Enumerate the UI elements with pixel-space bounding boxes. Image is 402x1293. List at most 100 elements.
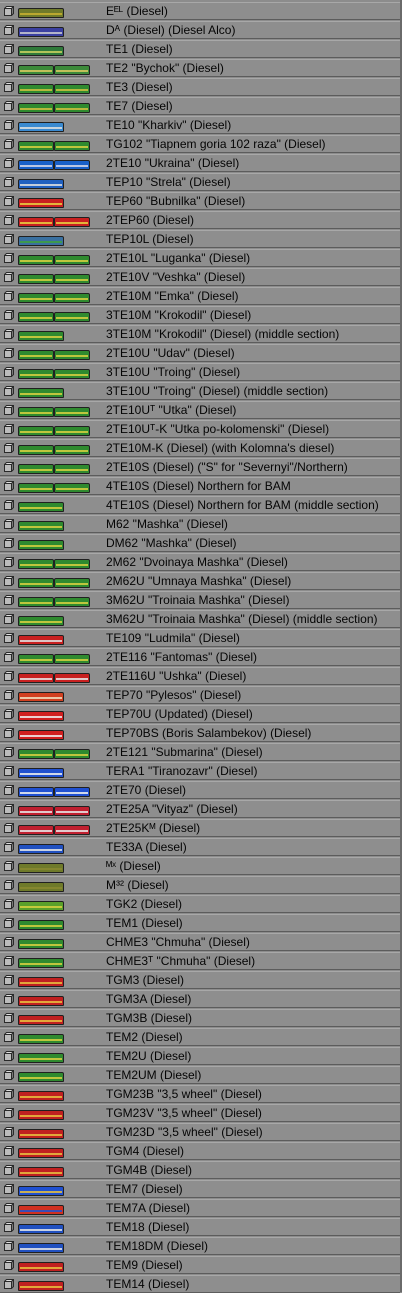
locomotive-thumbnail bbox=[18, 842, 64, 854]
locomotive-car bbox=[18, 635, 64, 645]
locomotive-thumbnail bbox=[18, 766, 64, 778]
list-item[interactable]: TEP70 "Pylesos" (Diesel) bbox=[0, 686, 400, 704]
list-item[interactable]: TE3 (Diesel) bbox=[0, 78, 400, 96]
list-item[interactable]: TE10 "Kharkiv" (Diesel) bbox=[0, 116, 400, 134]
list-item[interactable]: TEM14 (Diesel) bbox=[0, 1275, 400, 1293]
list-item[interactable]: 2TE10M-K (Diesel) (with Kolomna's diesel… bbox=[0, 439, 400, 457]
list-item[interactable]: TE7 (Diesel) bbox=[0, 97, 400, 115]
list-item-label: TEM7 (Diesel) bbox=[106, 1182, 183, 1196]
list-item[interactable]: TEM7A (Diesel) bbox=[0, 1199, 400, 1217]
list-item[interactable]: TGM23V "3,5 wheel" (Diesel) bbox=[0, 1104, 400, 1122]
list-item[interactable]: 3TE10U "Troing" (Diesel) (middle section… bbox=[0, 382, 400, 400]
list-item[interactable]: TEM9 (Diesel) bbox=[0, 1256, 400, 1274]
list-item[interactable]: 2TE116 "Fantomas" (Diesel) bbox=[0, 648, 400, 666]
box-icon bbox=[4, 1127, 14, 1137]
locomotive-thumbnail bbox=[18, 481, 90, 493]
locomotive-car bbox=[18, 825, 54, 835]
list-item[interactable]: 2TE10U "Udav" (Diesel) bbox=[0, 344, 400, 362]
list-item[interactable]: TEM18 (Diesel) bbox=[0, 1218, 400, 1236]
list-item[interactable]: TE33A (Diesel) bbox=[0, 838, 400, 856]
list-item[interactable]: 2TE121 "Submarina" (Diesel) bbox=[0, 743, 400, 761]
list-item[interactable]: TEM2 (Diesel) bbox=[0, 1028, 400, 1046]
list-item-label: TEP10L (Diesel) bbox=[106, 232, 194, 246]
box-icon bbox=[4, 386, 14, 396]
locomotive-car bbox=[18, 388, 64, 398]
list-item[interactable]: 4TE10S (Diesel) Northern for BAM bbox=[0, 477, 400, 495]
list-item[interactable]: DM62 "Mashka" (Diesel) bbox=[0, 534, 400, 552]
list-item-label: CHME3ᵀ "Chmuha" (Diesel) bbox=[106, 954, 256, 968]
list-item[interactable]: Dᴬ (Diesel) (Diesel Alco) bbox=[0, 21, 400, 39]
list-item[interactable]: TE1 (Diesel) bbox=[0, 40, 400, 58]
list-item[interactable]: 2TE10 "Ukraina" (Diesel) bbox=[0, 154, 400, 172]
list-item[interactable]: 2TE25Kᴹ (Diesel) bbox=[0, 819, 400, 837]
list-item[interactable]: 4TE10S (Diesel) Northern for BAM (middle… bbox=[0, 496, 400, 514]
list-item[interactable]: TEM18DM (Diesel) bbox=[0, 1237, 400, 1255]
locomotive-thumbnail bbox=[18, 424, 90, 436]
list-item[interactable]: CHME3 "Chmuha" (Diesel) bbox=[0, 933, 400, 951]
locomotive-car bbox=[18, 1053, 64, 1063]
list-item[interactable]: CHME3ᵀ "Chmuha" (Diesel) bbox=[0, 952, 400, 970]
box-icon bbox=[4, 44, 14, 54]
box-icon bbox=[4, 1260, 14, 1270]
box-icon bbox=[4, 367, 14, 377]
list-item[interactable]: ᴹˣ (Diesel) bbox=[0, 857, 400, 875]
list-item[interactable]: 2TE10L "Luganka" (Diesel) bbox=[0, 249, 400, 267]
list-item[interactable]: M³² (Diesel) bbox=[0, 876, 400, 894]
list-item[interactable]: M62 "Mashka" (Diesel) bbox=[0, 515, 400, 533]
list-item[interactable]: TERA1 "Tiranozavr" (Diesel) bbox=[0, 762, 400, 780]
list-item-label: TGM3B (Diesel) bbox=[106, 1011, 193, 1025]
list-item[interactable]: 2TE10Uᵀ-K "Utka po-kolomenski" (Diesel) bbox=[0, 420, 400, 438]
list-item[interactable]: TEP10 "Strela" (Diesel) bbox=[0, 173, 400, 191]
list-item[interactable]: TEP70U (Updated) (Diesel) bbox=[0, 705, 400, 723]
list-item[interactable]: TEM2U (Diesel) bbox=[0, 1047, 400, 1065]
locomotive-car bbox=[18, 445, 54, 455]
list-item[interactable]: 2TEP60 (Diesel) bbox=[0, 211, 400, 229]
list-item-label: 3M62U "Troinaia Mashka" (Diesel) bbox=[106, 593, 290, 607]
locomotive-car bbox=[18, 464, 54, 474]
list-item[interactable]: Eᴱᴸ (Diesel) bbox=[0, 2, 400, 20]
locomotive-thumbnail bbox=[18, 177, 64, 189]
list-item[interactable]: 3M62U "Troinaia Mashka" (Diesel) (middle… bbox=[0, 610, 400, 628]
list-item[interactable]: TEM7 (Diesel) bbox=[0, 1180, 400, 1198]
list-item[interactable]: TE109 "Ludmila" (Diesel) bbox=[0, 629, 400, 647]
locomotive-thumbnail bbox=[18, 215, 90, 227]
locomotive-thumbnail bbox=[18, 519, 64, 531]
list-item[interactable]: TEM1 (Diesel) bbox=[0, 914, 400, 932]
list-item-label: 2TE10L "Luganka" (Diesel) bbox=[106, 251, 251, 265]
list-item-label: 2TE25Kᴹ (Diesel) bbox=[106, 821, 201, 835]
list-item[interactable]: TEP60 "Bubnilka" (Diesel) bbox=[0, 192, 400, 210]
box-icon bbox=[4, 709, 14, 719]
list-item[interactable]: TGM4B (Diesel) bbox=[0, 1161, 400, 1179]
list-item[interactable]: TGM3B (Diesel) bbox=[0, 1009, 400, 1027]
list-item-label: M³² (Diesel) bbox=[106, 878, 169, 892]
list-item[interactable]: TGM23D "3,5 wheel" (Diesel) bbox=[0, 1123, 400, 1141]
list-item[interactable]: TGM3 (Diesel) bbox=[0, 971, 400, 989]
list-item[interactable]: TGK2 (Diesel) bbox=[0, 895, 400, 913]
list-item[interactable]: 2M62U "Umnaya Mashka" (Diesel) bbox=[0, 572, 400, 590]
locomotive-thumbnail bbox=[18, 1108, 64, 1120]
list-item-label: 3TE10U "Troing" (Diesel) bbox=[106, 365, 241, 379]
list-item[interactable]: 3TE10M "Krokodil" (Diesel) bbox=[0, 306, 400, 324]
list-item[interactable]: 3M62U "Troinaia Mashka" (Diesel) bbox=[0, 591, 400, 609]
list-item[interactable]: 2TE116U "Ushka" (Diesel) bbox=[0, 667, 400, 685]
list-item[interactable]: TE2 "Bychok" (Diesel) bbox=[0, 59, 400, 77]
list-item[interactable]: TGM3A (Diesel) bbox=[0, 990, 400, 1008]
list-item[interactable]: TGM23B "3,5 wheel" (Diesel) bbox=[0, 1085, 400, 1103]
list-item[interactable]: TG102 "Tiapnem goria 102 raza" (Diesel) bbox=[0, 135, 400, 153]
list-item-label: 2TE116 "Fantomas" (Diesel) bbox=[106, 650, 258, 664]
list-item[interactable]: 2TE10S (Diesel) ("S" for "Severnyi"/Nort… bbox=[0, 458, 400, 476]
list-item[interactable]: 2TE25A "Vityaz" (Diesel) bbox=[0, 800, 400, 818]
list-item[interactable]: TGM4 (Diesel) bbox=[0, 1142, 400, 1160]
list-item[interactable]: 2TE70 (Diesel) bbox=[0, 781, 400, 799]
list-item[interactable]: 2TE10Uᵀ "Utka" (Diesel) bbox=[0, 401, 400, 419]
list-item-label: 3TE10M "Krokodil" (Diesel) bbox=[106, 308, 252, 322]
list-item[interactable]: 3TE10U "Troing" (Diesel) bbox=[0, 363, 400, 381]
list-item[interactable]: 2TE10V "Veshka" (Diesel) bbox=[0, 268, 400, 286]
list-item[interactable]: 2TE10M "Emka" (Diesel) bbox=[0, 287, 400, 305]
list-item[interactable]: 2M62 "Dvoinaya Mashka" (Diesel) bbox=[0, 553, 400, 571]
list-item[interactable]: TEP70BS (Boris Salambekov) (Diesel) bbox=[0, 724, 400, 742]
list-item[interactable]: TEM2UM (Diesel) bbox=[0, 1066, 400, 1084]
locomotive-car bbox=[54, 426, 90, 436]
list-item[interactable]: TEP10L (Diesel) bbox=[0, 230, 400, 248]
list-item[interactable]: 3TE10M "Krokodil" (Diesel) (middle secti… bbox=[0, 325, 400, 343]
